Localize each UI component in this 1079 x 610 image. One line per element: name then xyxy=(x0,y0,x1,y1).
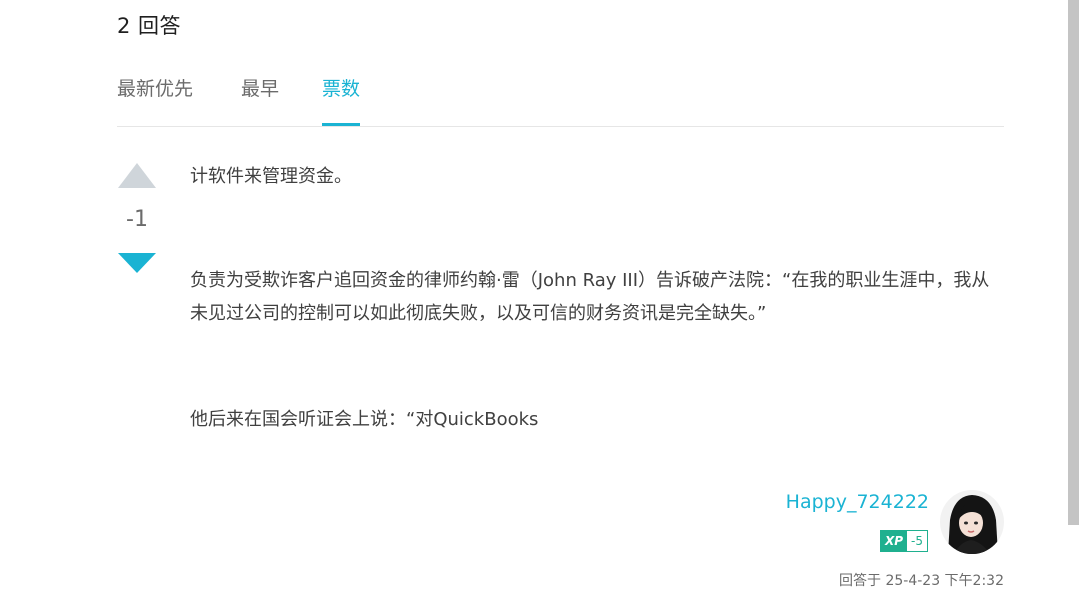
upvote-arrow-icon[interactable] xyxy=(118,163,156,188)
vote-score: -1 xyxy=(126,207,148,232)
tab-oldest[interactable]: 最早 xyxy=(241,74,279,126)
sort-tabs: 最新优先 最早 票数 xyxy=(117,70,1004,127)
avatar[interactable] xyxy=(940,490,1004,554)
downvote-arrow-icon[interactable] xyxy=(118,253,156,273)
scrollbar[interactable] xyxy=(1068,0,1079,525)
xp-label: XP xyxy=(881,531,908,551)
answer-paragraph: 他后来在国会听证会上说：“对QuickBooks xyxy=(190,409,539,430)
xp-value: -5 xyxy=(907,531,928,551)
tab-votes[interactable]: 票数 xyxy=(322,74,361,126)
tab-newest[interactable]: 最新优先 xyxy=(117,74,193,126)
answers-count: 2 回答 xyxy=(117,14,182,38)
answered-timestamp: 回答于 25-4-23 下午2:32 xyxy=(839,573,1004,589)
author-name-link[interactable]: Happy_724222 xyxy=(786,491,929,513)
answer-paragraph: 计软件来管理资金。 xyxy=(190,166,352,187)
avatar-image-icon xyxy=(940,490,1004,554)
answers-section: 2 回答 最新优先 最早 票数 -1 计软件来管理资金。 负责为受欺诈客户追回资… xyxy=(0,0,1079,610)
answer-paragraph: 负责为受欺诈客户追回资金的律师约翰·雷（John Ray III）告诉破产法院：… xyxy=(190,270,990,324)
xp-badge: XP -5 xyxy=(880,530,929,552)
